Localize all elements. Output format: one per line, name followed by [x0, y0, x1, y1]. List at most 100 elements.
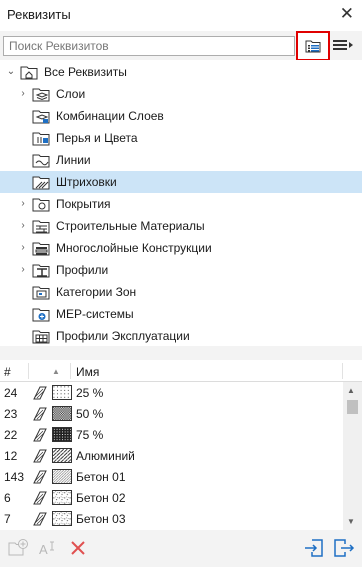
tree-node-label: Линии [56, 153, 91, 167]
tree-node-profiles[interactable]: › Профили [0, 259, 362, 281]
scroll-up-icon[interactable]: ▲ [347, 386, 355, 395]
tree-node-label: Перья и Цвета [56, 131, 138, 145]
layers-folder-icon [32, 88, 50, 102]
tree-node-composites[interactable]: › Многослойные Конструкции [0, 237, 362, 259]
hatch-type-icon [33, 491, 47, 505]
list-row[interactable]: 24 25 % [0, 382, 343, 403]
fill-pattern-swatch [52, 406, 72, 421]
hatch-type-icon [33, 428, 47, 442]
tree-node-pens-colors[interactable]: Перья и Цвета [0, 127, 362, 149]
chevron-right-icon[interactable]: › [18, 88, 28, 100]
column-divider[interactable] [342, 363, 343, 379]
import-button[interactable] [304, 538, 326, 558]
surfaces-icon [32, 198, 50, 212]
list-row[interactable]: 143 Бетон 01 [0, 466, 343, 487]
chevron-down-icon[interactable]: ⌄ [6, 66, 16, 78]
list-row[interactable]: 7 Бетон 03 [0, 508, 343, 529]
svg-text:A: A [39, 542, 48, 557]
tree-node-label: Строительные Материалы [56, 219, 205, 233]
attributes-tree: ⌄ Все Реквизиты › Слои Комбинации Слоев … [0, 60, 362, 346]
hatch-type-icon [33, 449, 47, 463]
delete-button[interactable] [68, 538, 90, 558]
row-name: Бетон 03 [76, 512, 126, 526]
composites-icon [32, 242, 50, 256]
tree-node-label: MEP-системы [56, 307, 134, 321]
tree-node-layer-combinations[interactable]: Комбинации Слоев [0, 105, 362, 127]
list-header: # ▲ Имя [0, 360, 362, 382]
pens-colors-icon [32, 132, 50, 146]
fill-pattern-swatch [52, 511, 72, 526]
search-input[interactable] [4, 37, 294, 55]
row-name: 75 % [76, 428, 104, 442]
fill-pattern-swatch [52, 469, 72, 484]
list-row[interactable]: 23 50 % [0, 403, 343, 424]
panel-splitter[interactable] [0, 346, 362, 360]
fill-pattern-swatch [52, 448, 72, 463]
chevron-right-icon[interactable]: › [18, 264, 28, 276]
column-divider[interactable] [70, 363, 71, 379]
row-index: 143 [4, 470, 25, 484]
tree-node-label: Покрытия [56, 197, 111, 211]
line-types-icon [32, 154, 50, 168]
rename-button[interactable]: A [38, 538, 60, 558]
list-menu-icon [333, 40, 353, 50]
folder-house-icon [20, 66, 38, 80]
tree-node-label: Слои [56, 87, 86, 101]
list-scrollbar[interactable]: ▲ ▼ [343, 382, 362, 530]
export-icon [334, 539, 355, 557]
tree-node-zone-categories[interactable]: Категории Зон [0, 281, 362, 303]
scroll-thumb[interactable] [347, 400, 358, 414]
tree-node-label: Все Реквизиты [44, 65, 127, 79]
row-name: 50 % [76, 407, 104, 421]
tree-node-label: Профили Эксплуатации [56, 329, 190, 343]
row-index: 7 [4, 512, 11, 526]
import-icon [305, 539, 323, 557]
new-attribute-button[interactable] [8, 538, 30, 558]
sort-ascending-icon[interactable]: ▲ [52, 367, 60, 376]
tree-node-line-types[interactable]: Линии [0, 149, 362, 171]
chevron-right-icon[interactable]: › [18, 242, 28, 254]
list-row[interactable]: 12 Алюминий [0, 445, 343, 466]
row-name: Алюминий [76, 449, 135, 463]
row-index: 12 [4, 449, 18, 463]
list-row[interactable]: 22 75 % [0, 424, 343, 445]
fill-pattern-swatch [52, 385, 72, 400]
tree-node-root[interactable]: ⌄ Все Реквизиты [0, 61, 362, 83]
chevron-right-icon[interactable]: › [18, 198, 28, 210]
profiles-icon [32, 264, 50, 278]
tree-node-label: Многослойные Конструкции [56, 241, 212, 255]
rename-icon: A [39, 541, 54, 557]
hatch-type-icon [33, 512, 47, 526]
close-icon[interactable]: ✕ [340, 4, 354, 24]
building-materials-icon [32, 220, 50, 234]
tree-node-fills[interactable]: Штриховки [0, 171, 362, 193]
title-bar: Реквизиты ✕ [0, 0, 362, 31]
attributes-list: # ▲ Имя 24 25 % 23 50 % 22 75 % 12 Алюми… [0, 360, 362, 530]
delete-icon [71, 541, 85, 555]
window-title: Реквизиты [7, 7, 71, 22]
tree-node-layers[interactable]: › Слои [0, 83, 362, 105]
export-button[interactable] [333, 538, 355, 558]
hatch-type-icon [33, 407, 47, 421]
tree-node-building-materials[interactable]: › Строительные Материалы [0, 215, 362, 237]
search-field[interactable] [3, 36, 295, 56]
row-index: 6 [4, 491, 11, 505]
hatch-type-icon [33, 470, 47, 484]
column-divider[interactable] [28, 363, 29, 379]
mep-systems-icon [32, 308, 50, 322]
column-header-index[interactable]: # [4, 365, 11, 379]
row-index: 23 [4, 407, 18, 421]
scroll-down-icon[interactable]: ▼ [347, 517, 355, 526]
tree-view-button[interactable] [296, 31, 330, 61]
add-folder-icon [8, 539, 28, 556]
row-index: 22 [4, 428, 18, 442]
zone-categories-icon [32, 286, 50, 300]
column-header-name[interactable]: Имя [76, 365, 99, 379]
tree-node-surfaces[interactable]: › Покрытия [0, 193, 362, 215]
tree-node-operation-profiles[interactable]: Профили Эксплуатации [0, 325, 362, 347]
hatch-type-icon [33, 386, 47, 400]
tree-node-mep-systems[interactable]: MEP-системы [0, 303, 362, 325]
options-menu-button[interactable] [333, 38, 355, 54]
list-row[interactable]: 6 Бетон 02 [0, 487, 343, 508]
chevron-right-icon[interactable]: › [18, 220, 28, 232]
